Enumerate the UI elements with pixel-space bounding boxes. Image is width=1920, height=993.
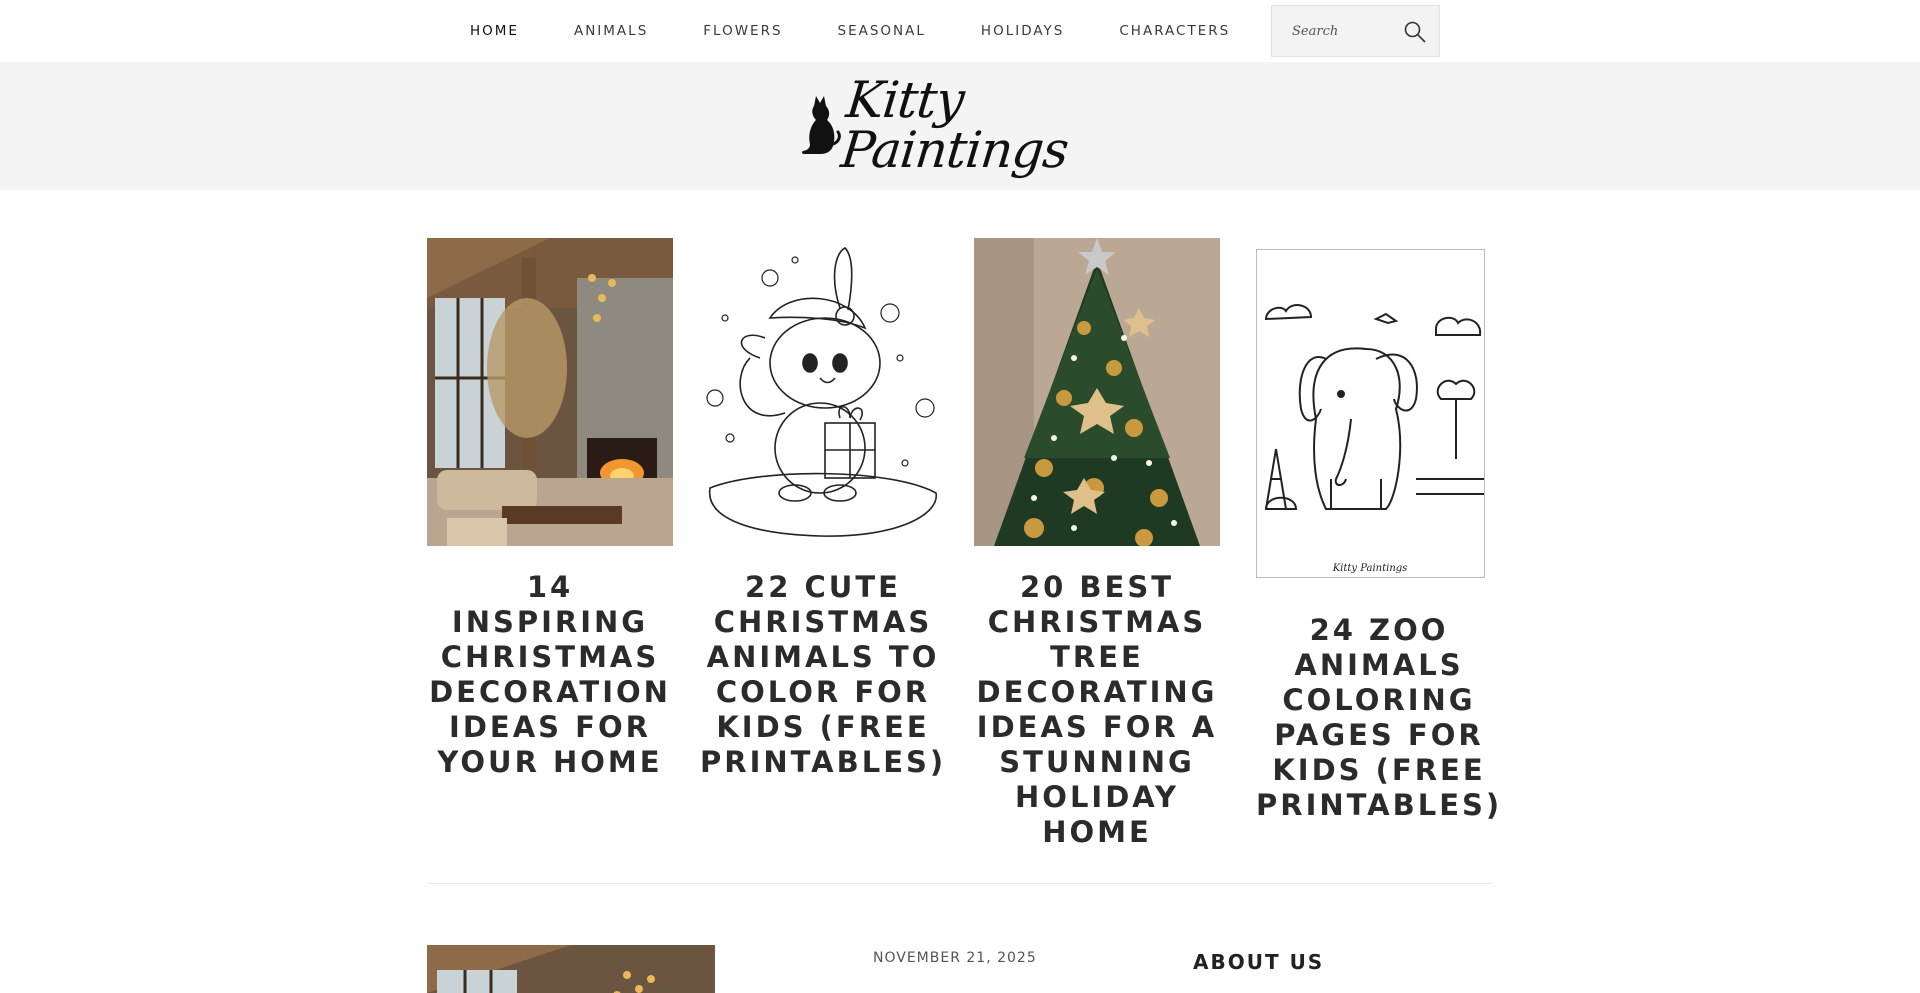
svg-text:Kitty Paintings: Kitty Paintings: [1332, 563, 1408, 574]
card-image-living-room[interactable]: [427, 238, 673, 546]
nav-menu: HOME ANIMALS FLOWERS SEASONAL HOLIDAYS C…: [470, 0, 1285, 62]
latest-post-thumbnail[interactable]: [427, 945, 715, 993]
site-logo[interactable]: Kitty Paintings: [800, 71, 1120, 179]
card-title[interactable]: 24 ZOO ANIMALS COLORING PAGES FOR KIDS (…: [1256, 613, 1502, 823]
sidebar-about-title: ABOUT US: [1193, 950, 1325, 974]
card-image-bunny[interactable]: [700, 238, 946, 546]
search-icon[interactable]: [1403, 20, 1427, 44]
featured-card: 22 CUTE CHRISTMAS ANIMALS TO COLOR FOR K…: [700, 238, 946, 780]
top-navigation: HOME ANIMALS FLOWERS SEASONAL HOLIDAYS C…: [0, 0, 1920, 62]
section-divider: [427, 883, 1493, 884]
cat-icon: [800, 92, 842, 158]
post-date: NOVEMBER 21, 2025: [873, 950, 1037, 966]
featured-card: Kitty Paintings 24 ZOO ANIMALS COLORING …: [1256, 238, 1502, 823]
card-title[interactable]: 20 BEST CHRISTMAS TREE DECORATING IDEAS …: [974, 570, 1220, 850]
card-image-elephant[interactable]: Kitty Paintings: [1256, 249, 1502, 579]
card-title[interactable]: 22 CUTE CHRISTMAS ANIMALS TO COLOR FOR K…: [700, 570, 946, 780]
nav-item-characters[interactable]: CHARACTERS: [1119, 23, 1230, 39]
nav-item-animals[interactable]: ANIMALS: [574, 23, 648, 39]
card-title[interactable]: 14 INSPIRING CHRISTMAS DECORATION IDEAS …: [427, 570, 673, 780]
featured-card: 14 INSPIRING CHRISTMAS DECORATION IDEAS …: [427, 238, 673, 780]
card-image-christmas-tree[interactable]: [974, 238, 1220, 546]
search-box: [1271, 5, 1440, 57]
logo-text: Kitty Paintings: [838, 71, 1071, 179]
nav-item-flowers[interactable]: FLOWERS: [703, 23, 782, 39]
nav-item-seasonal[interactable]: SEASONAL: [838, 23, 926, 39]
nav-item-home[interactable]: HOME: [470, 23, 519, 39]
featured-card: 20 BEST CHRISTMAS TREE DECORATING IDEAS …: [974, 238, 1220, 850]
search-input[interactable]: [1292, 23, 1412, 39]
nav-item-holidays[interactable]: HOLIDAYS: [981, 23, 1064, 39]
